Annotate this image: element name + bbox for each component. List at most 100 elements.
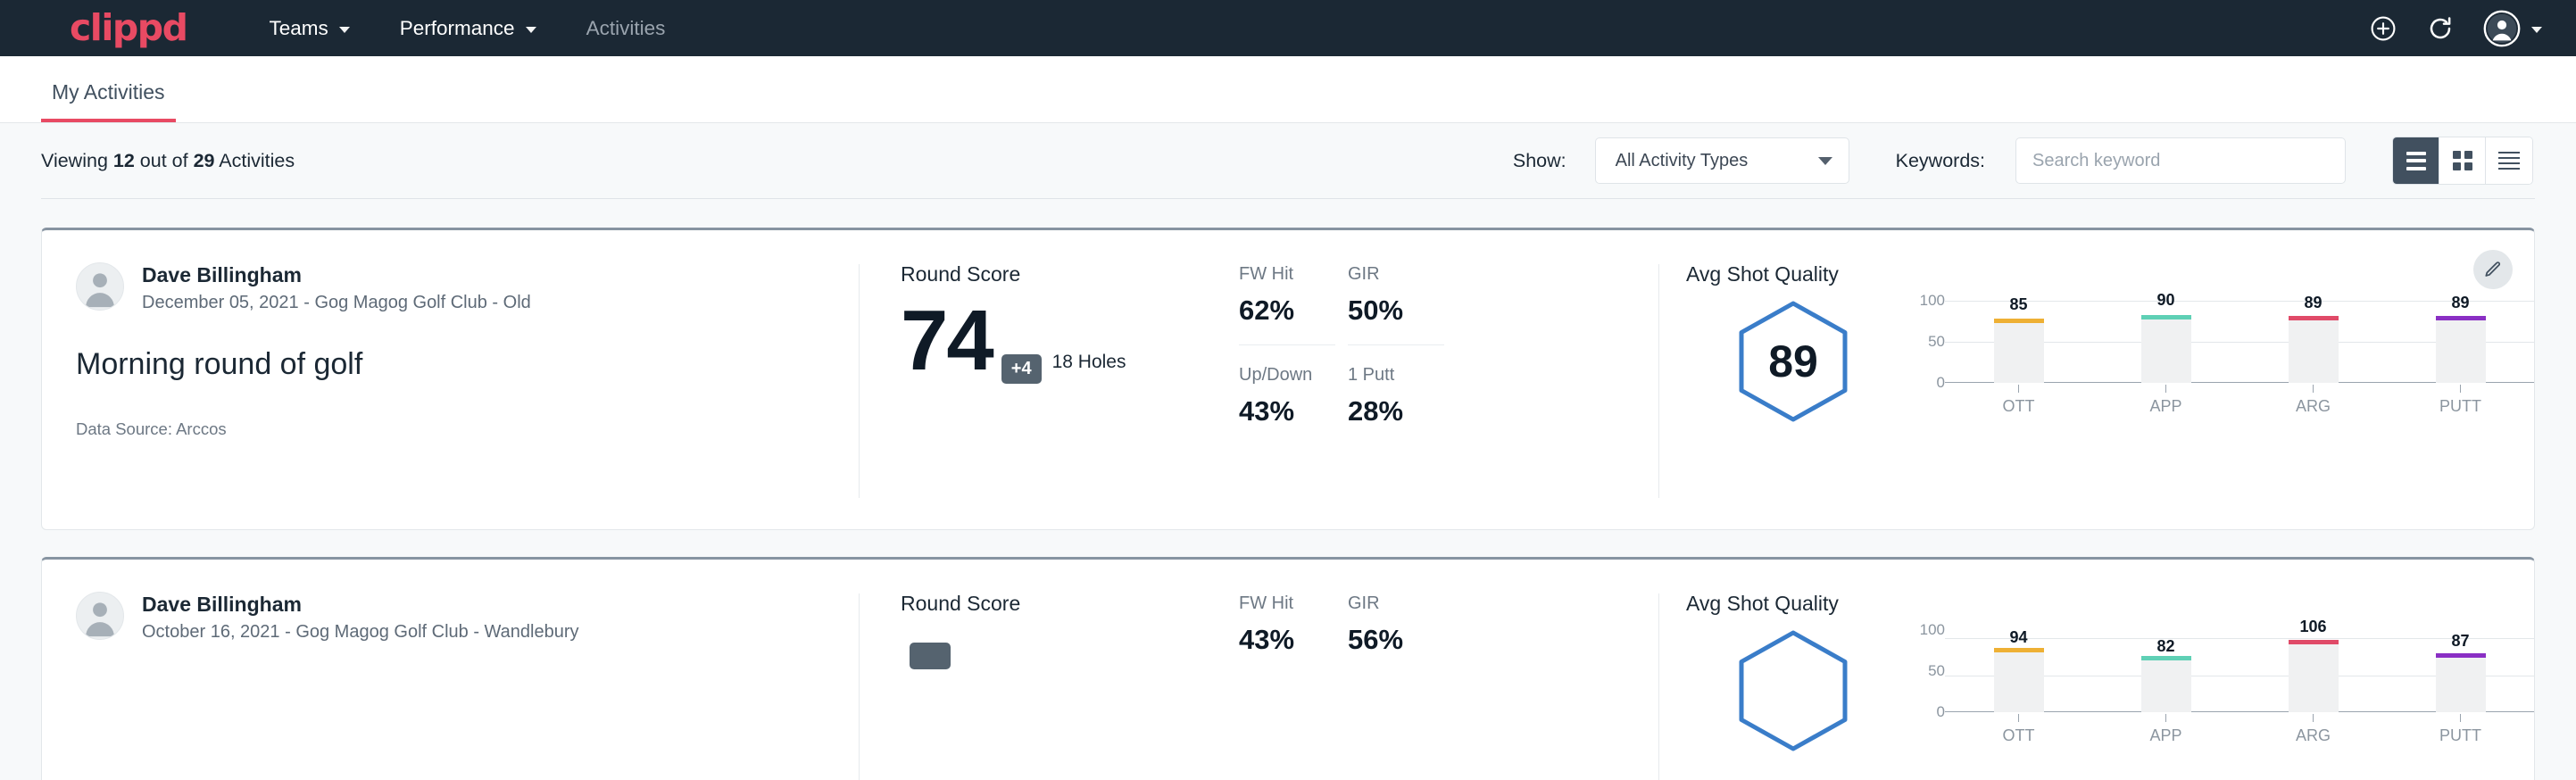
tick-mark	[2313, 385, 2314, 393]
avg-shot-quality-label: Avg Shot Quality	[1686, 592, 2534, 616]
stat-label: FW Hit	[1239, 264, 1335, 285]
nav-item-teams-label: Teams	[269, 17, 328, 40]
viewing-mid: out of	[135, 150, 194, 171]
view-mode-grid-button[interactable]	[2439, 137, 2486, 184]
viewing-prefix: Viewing	[41, 150, 113, 171]
quality-hexagon: 89	[1686, 294, 1900, 424]
tick-mark	[2460, 714, 2462, 722]
compact-icon-bar	[2498, 152, 2520, 154]
holes-played: 18 Holes	[1052, 352, 1126, 373]
user-menu[interactable]	[2483, 10, 2542, 47]
stat-value: 50%	[1348, 295, 1444, 327]
top-navigation-bar: clippd Teams Performance Activities	[0, 0, 2576, 56]
brand-logo[interactable]: clippd	[70, 10, 187, 46]
player-name: Dave Billingham	[142, 592, 579, 618]
viewing-summary: Viewing 12 out of 29 Activities	[41, 150, 295, 172]
activity-card[interactable]: Dave Billingham October 16, 2021 - Gog M…	[41, 557, 2535, 780]
stat-group-fwhit-updown: FW Hit 62% Up/Down 43%	[1239, 264, 1335, 529]
edit-activity-button[interactable]	[2473, 250, 2513, 289]
chart-x-axis: OTT APP ARG PUTT	[1907, 714, 2534, 745]
stat-value: 56%	[1348, 624, 1444, 656]
chart-bar: 85	[1945, 301, 2092, 383]
x-tick-label: ARG	[2296, 726, 2331, 745]
chart-bar: 87	[2387, 630, 2534, 712]
bar-value-label: 85	[2009, 295, 2027, 314]
list-icon-bar	[2406, 159, 2426, 162]
bar-cap	[2436, 316, 2486, 320]
plus-circle-icon[interactable]	[2369, 14, 2397, 43]
stats-grid: FW Hit 43% GIR 56%	[1239, 592, 1658, 780]
filter-controls: Show: All Activity Types Keywords:	[1513, 137, 2533, 185]
x-tick: APP	[2092, 385, 2239, 416]
keywords-label: Keywords:	[1896, 150, 1985, 172]
bar-cap	[2289, 640, 2339, 644]
pencil-icon	[2483, 260, 2503, 279]
compact-icon-bar	[2498, 157, 2520, 159]
chart-y-axis: 100 50 0	[1907, 630, 1945, 712]
chart-bar: 106	[2239, 630, 2387, 712]
x-tick: PUTT	[2387, 714, 2534, 745]
chart-plot-area: 94 82 106	[1945, 630, 2534, 712]
tick-mark	[2165, 385, 2167, 393]
activity-meta: December 05, 2021 - Gog Magog Golf Club …	[142, 293, 531, 313]
tick-mark	[2018, 385, 2020, 393]
avg-shot-quality-body: 100 50 0 94	[1686, 623, 2534, 753]
show-label: Show:	[1513, 150, 1566, 172]
list-icon-bar	[2406, 167, 2426, 170]
avatar	[76, 592, 124, 640]
bar-cap	[1994, 648, 2044, 652]
stat-separator	[1348, 344, 1444, 345]
round-score-section: Round Score	[860, 592, 1239, 780]
stat-label: GIR	[1348, 264, 1444, 285]
chevron-down-icon	[339, 27, 350, 33]
view-mode-toggle	[2392, 137, 2533, 185]
x-tick-label: APP	[2149, 397, 2181, 416]
x-tick-label: APP	[2149, 726, 2181, 745]
x-tick-label: OTT	[2003, 397, 2035, 416]
round-score-label: Round Score	[901, 262, 1239, 286]
nav-item-performance-label: Performance	[400, 17, 515, 40]
primary-nav-links: Teams Performance Activities	[269, 17, 665, 40]
nav-item-performance[interactable]: Performance	[400, 17, 536, 40]
search-input[interactable]	[2015, 137, 2346, 184]
stat-group-gir-1putt: GIR 50% 1 Putt 28%	[1348, 264, 1444, 529]
y-tick-label: 50	[1928, 662, 1945, 680]
chart-bar: 82	[2092, 630, 2239, 712]
viewing-suffix: Activities	[214, 150, 295, 171]
score-to-par-badge: +4	[1001, 354, 1042, 384]
score-to-par-badge	[910, 643, 951, 669]
stat-group-gir: GIR 56%	[1348, 593, 1444, 780]
view-mode-list-button[interactable]	[2393, 137, 2439, 184]
activity-type-select[interactable]: All Activity Types	[1595, 137, 1849, 184]
x-tick-label: PUTT	[2439, 726, 2481, 745]
compact-icon-bar	[2498, 168, 2520, 170]
player-name: Dave Billingham	[142, 262, 531, 288]
activity-card-list: Dave Billingham December 05, 2021 - Gog …	[0, 199, 2576, 780]
x-tick: APP	[2092, 714, 2239, 745]
activity-title: Morning round of golf	[76, 347, 823, 382]
x-tick: ARG	[2239, 714, 2387, 745]
bar-value-label: 90	[2156, 291, 2174, 310]
refresh-icon[interactable]	[2426, 14, 2455, 43]
round-score-label: Round Score	[901, 592, 1239, 616]
chevron-down-icon	[2531, 27, 2542, 33]
shot-quality-bar-chart: 100 50 0 85	[1900, 294, 2534, 416]
nav-item-activities[interactable]: Activities	[586, 17, 666, 40]
round-score-section: Round Score 74 +4 18 Holes	[860, 262, 1239, 529]
view-mode-compact-button[interactable]	[2486, 137, 2532, 184]
bar-cap	[2436, 653, 2486, 658]
filter-bar: Viewing 12 out of 29 Activities Show: Al…	[0, 123, 2576, 198]
activity-card[interactable]: Dave Billingham December 05, 2021 - Gog …	[41, 228, 2535, 530]
data-source-label: Data Source: Arccos	[76, 419, 823, 439]
tab-my-activities[interactable]: My Activities	[41, 80, 176, 122]
round-score-value-row: 74 +4 18 Holes	[901, 306, 1239, 377]
tick-mark	[2460, 385, 2462, 393]
bar-cap	[2289, 316, 2339, 320]
avatar-icon	[2483, 10, 2521, 47]
nav-item-teams[interactable]: Teams	[269, 17, 349, 40]
stat-label: FW Hit	[1239, 593, 1335, 614]
bar-cap	[2141, 315, 2191, 319]
viewing-total: 29	[194, 150, 215, 171]
stat-label: 1 Putt	[1348, 365, 1444, 386]
chart-bar: 90	[2092, 301, 2239, 383]
